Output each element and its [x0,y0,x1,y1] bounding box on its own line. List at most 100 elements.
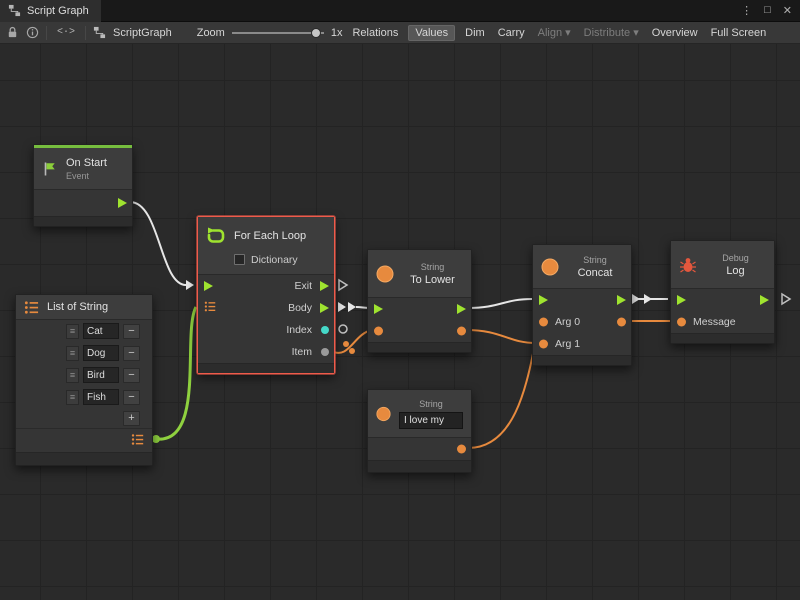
node-type-label: Debug [705,253,766,263]
zoom-slider-handle[interactable] [311,28,321,38]
dim-button[interactable]: Dim [462,25,488,41]
node-title: Log [705,265,766,277]
result-output-port[interactable] [457,327,466,336]
zoom-label: Zoom [197,27,225,39]
node-list-of-string[interactable]: List of String ≡ − ≡ − ≡ − ≡ + − + [15,294,153,466]
loop-icon [206,226,226,246]
fullscreen-button[interactable]: Full Screen [708,25,770,41]
list-input-port[interactable] [204,301,216,316]
close-icon[interactable]: ✕ [783,4,792,17]
code-view-icon[interactable]: <·> [54,25,78,40]
window-tab[interactable]: Script Graph [0,0,101,22]
foreach-exit-row: Exit [198,275,334,297]
list-icon [24,300,39,315]
list-item-input[interactable] [83,367,119,383]
node-title: Concat [567,267,623,279]
flow-output-port[interactable] [760,295,769,305]
drag-handle-icon[interactable]: ≡ [66,390,79,405]
concat-arg0-row: Arg 0 [533,311,631,333]
add-item-button[interactable]: + [123,411,140,426]
concat-flow-row [533,289,631,311]
script-graph-window: Script Graph ⋮ □ ✕ <·> ScriptGraph Zoom … [0,0,800,600]
remove-item-button[interactable]: − [123,390,140,405]
node-on-start[interactable]: On Start Event [33,144,133,227]
bug-icon [679,256,697,274]
on-start-flow-row [34,190,132,216]
arg0-input-port[interactable] [539,318,548,327]
flow-input-port[interactable] [204,281,213,291]
list-item-input[interactable] [83,345,119,361]
toolbar-separator [85,26,86,40]
chevron-down-icon: ▾ [565,27,571,39]
port-label: Arg 1 [555,338,580,350]
port-label: Body [288,302,312,314]
body-output-port[interactable] [320,303,329,313]
node-for-each-loop[interactable]: For Each Loop Dictionary Exit Body [197,216,335,374]
node-string-literal[interactable]: String [367,389,472,473]
align-button[interactable]: Align ▾ [535,24,574,41]
index-output-port[interactable] [321,326,329,334]
flow-input-port[interactable] [677,295,686,305]
titlebar: Script Graph ⋮ □ ✕ [0,0,800,22]
result-output-port[interactable] [617,318,626,327]
relations-button[interactable]: Relations [349,25,401,41]
node-title: To Lower [402,274,463,286]
list-output-port[interactable] [131,433,144,449]
node-type-label: String [399,399,463,409]
string-icon [376,405,391,423]
node-to-lower[interactable]: String To Lower [367,249,472,353]
list-item-input[interactable] [83,323,119,339]
item-output-port[interactable] [321,348,329,356]
foreach-body-row: Body [198,297,334,319]
node-title: On Start [66,157,124,169]
string-input-port[interactable] [374,327,383,336]
string-icon [376,265,394,283]
list-header: List of String [16,295,152,320]
list-item-row: ≡ − [16,342,152,364]
align-label: Align [538,27,562,39]
string-value-input[interactable] [399,412,463,429]
literal-value-row [368,438,471,460]
flow-input-port[interactable] [374,304,383,314]
tolower-value-row [368,320,471,342]
overview-button[interactable]: Overview [649,25,701,41]
message-input-port[interactable] [677,318,686,327]
distribute-button[interactable]: Distribute ▾ [581,24,642,41]
string-output-port[interactable] [457,445,466,454]
carry-button[interactable]: Carry [495,25,528,41]
values-button[interactable]: Values [408,25,455,41]
string-icon [541,258,559,276]
list-item-input[interactable] [83,389,119,405]
log-header: Debug Log [671,241,774,289]
drag-handle-icon[interactable]: ≡ [66,324,79,339]
exit-output-port[interactable] [320,281,329,291]
drag-handle-icon[interactable]: ≡ [66,368,79,383]
window-menu-icon[interactable]: ⋮ [741,4,752,17]
node-concat[interactable]: String Concat Arg 0 Arg 1 [532,244,632,366]
info-icon[interactable] [26,26,39,39]
flow-output-port[interactable] [457,304,466,314]
node-footer [198,363,334,373]
drag-handle-icon[interactable]: ≡ [66,346,79,361]
dictionary-checkbox[interactable] [234,254,245,265]
flow-output-port[interactable] [617,295,626,305]
remove-item-button[interactable]: − [123,368,140,383]
arg1-input-port[interactable] [539,340,548,349]
zoom-slider[interactable] [232,27,324,39]
node-type-label: String [402,262,463,272]
flow-input-port[interactable] [539,295,548,305]
port-label: Item [292,346,312,358]
maximize-icon[interactable]: □ [764,4,771,17]
node-debug-log[interactable]: Debug Log Message [670,240,775,344]
graph-window-icon [8,4,21,17]
lock-icon[interactable] [6,26,19,39]
node-footer [368,460,471,472]
remove-item-button[interactable]: − [123,324,140,339]
port-label: Exit [294,280,312,292]
foreach-item-row: Item [198,341,334,363]
list-add-row: + [16,408,152,428]
tolower-header: String To Lower [368,250,471,298]
flow-output-port[interactable] [118,198,127,208]
list-item-row: ≡ − [16,320,152,342]
remove-item-button[interactable]: − [123,346,140,361]
